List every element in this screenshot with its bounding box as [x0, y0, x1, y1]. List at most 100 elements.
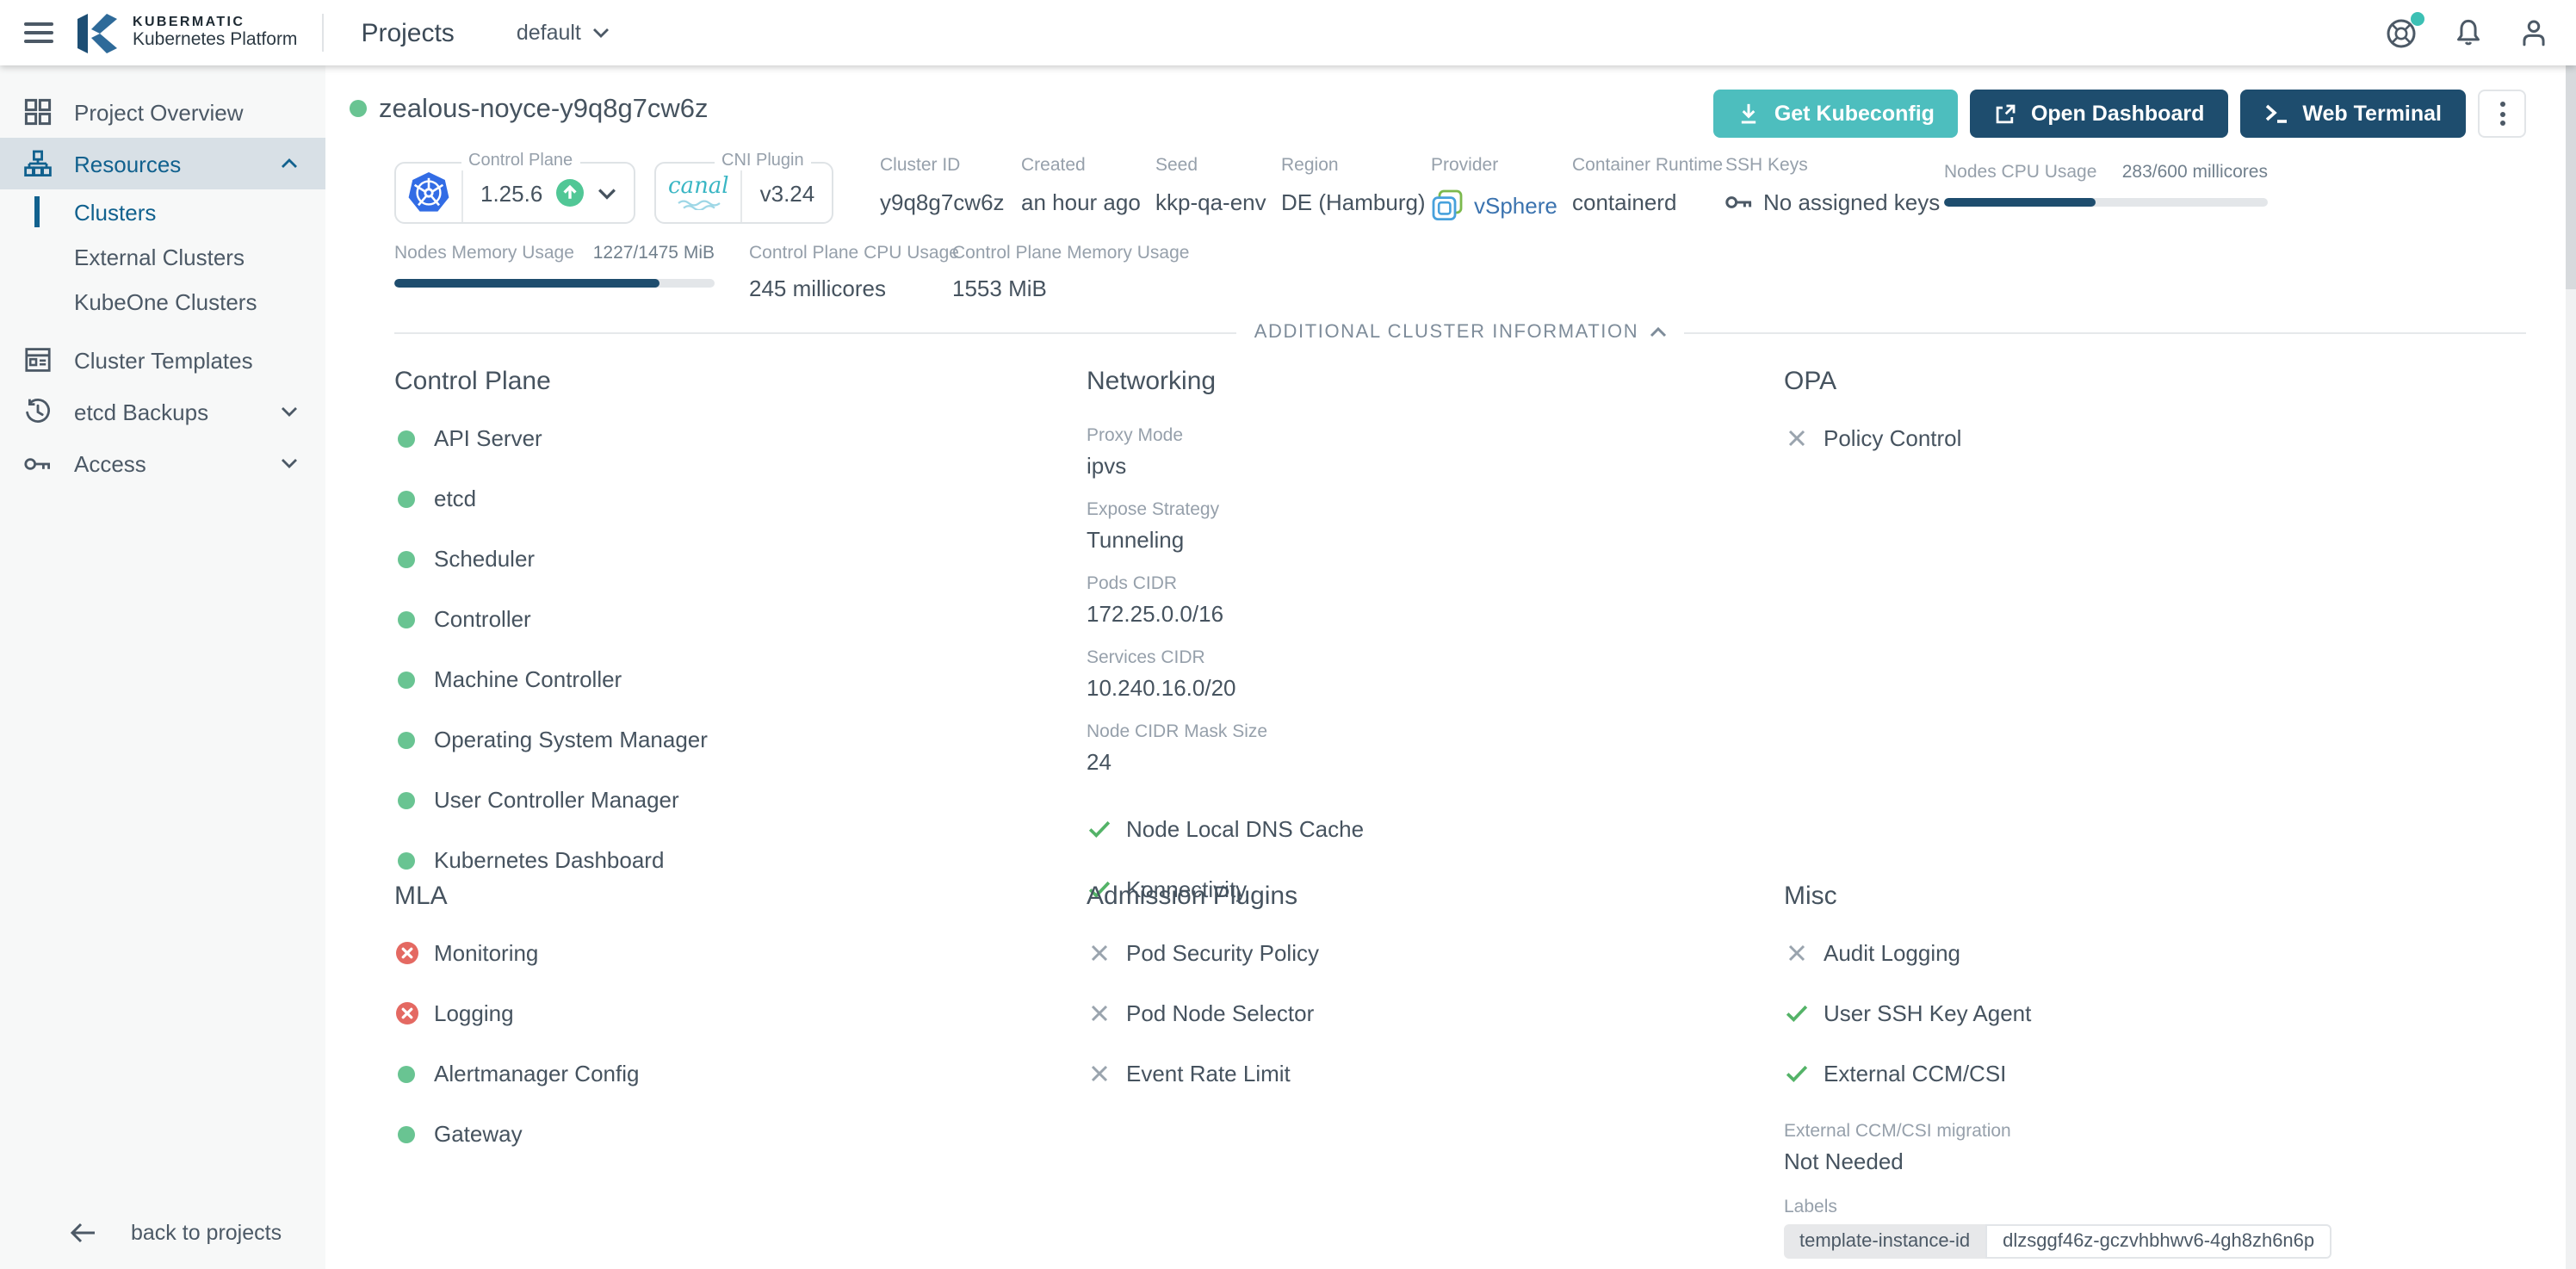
app: KUBERMATIC Kubernetes Platform Projects … — [0, 0, 2576, 1269]
project-selector[interactable]: default — [517, 21, 610, 45]
canal-waves-icon — [676, 200, 721, 210]
web-terminal-button[interactable]: Web Terminal — [2240, 90, 2466, 138]
external-link-icon — [1995, 102, 2017, 125]
chevron-down-icon[interactable] — [598, 187, 616, 199]
status-row: Logging — [394, 1000, 1066, 1026]
fact-created: Created an hour ago — [1021, 155, 1141, 215]
additional-info-label: ADDITIONAL CLUSTER INFORMATION — [1254, 322, 1639, 343]
section-networking: Networking Proxy Modeipvs Expose Strateg… — [1087, 367, 1758, 937]
cni-version: v3.24 — [760, 180, 815, 206]
status-ok-dot — [398, 731, 415, 748]
nodes-memory-label: Nodes Memory Usage — [394, 243, 574, 263]
grid-icon — [24, 98, 52, 126]
sidebar-item-label: etcd Backups — [74, 399, 208, 424]
status-row: User SSH Key Agent — [1784, 1000, 2542, 1026]
sidebar-item-label: Access — [74, 450, 146, 476]
scrollbar[interactable] — [2566, 65, 2576, 1269]
status-row: Node Local DNS Cache — [1087, 816, 1758, 842]
back-to-projects-label: back to projects — [131, 1221, 282, 1245]
status-row: Audit Logging — [1784, 940, 2542, 966]
error-icon — [395, 942, 418, 964]
nodes-cpu-value: 283/600 millicores — [2122, 162, 2268, 183]
sidebar-item-label: Project Overview — [74, 99, 244, 125]
sidebar-item-kubeone-clusters[interactable]: KubeOne Clusters — [0, 279, 325, 324]
field-node-cidr-mask: Node CIDR Mask Size24 — [1087, 721, 1758, 775]
sidebar-item-etcd-backups[interactable]: etcd Backups — [0, 386, 325, 437]
brand-title: KUBERMATIC — [133, 15, 297, 31]
sidebar-item-label: Resources — [74, 151, 181, 176]
x-icon — [1786, 429, 1805, 448]
sidebar-item-label: Clusters — [74, 199, 156, 225]
status-ok-dot — [398, 550, 415, 567]
error-icon — [395, 1002, 418, 1024]
control-plane-version: 1.25.6 — [480, 180, 542, 206]
fact-ssh-keys: SSH Keys No assigned keys — [1725, 155, 1940, 215]
labels-title: Labels — [1784, 1197, 2542, 1217]
user-icon[interactable] — [2519, 17, 2548, 48]
status-row: etcd — [394, 486, 1066, 511]
chevron-down-icon — [281, 406, 298, 417]
status-row: Event Rate Limit — [1087, 1061, 1758, 1086]
sidebar-item-label: KubeOne Clusters — [74, 288, 257, 314]
status-ok-dot — [398, 791, 415, 808]
history-icon — [24, 398, 52, 425]
status-row: Pod Security Policy — [1087, 940, 1758, 966]
sidebar-item-resources[interactable]: Resources — [0, 138, 325, 189]
fact-container-runtime: Container Runtime containerd — [1572, 155, 1723, 215]
status-row: Alertmanager Config — [394, 1061, 1066, 1086]
cluster-actions-menu-button[interactable] — [2478, 90, 2526, 138]
status-row: Machine Controller — [394, 666, 1066, 692]
status-ok-dot — [398, 851, 415, 869]
sidebar-item-access[interactable]: Access — [0, 437, 325, 489]
kubermatic-logo — [72, 9, 119, 56]
status-ok-dot — [398, 1065, 415, 1082]
control-plane-version-chip: Control Plane 1.25.6 — [394, 162, 635, 224]
status-row: Monitoring — [394, 940, 1066, 966]
status-ok-dot — [398, 490, 415, 507]
scrollbar-thumb[interactable] — [2566, 65, 2576, 289]
section-admission-plugins: Admission Plugins Pod Security Policy Po… — [1087, 882, 1758, 1121]
nodes-memory-usage: Nodes Memory Usage 1227/1475 MiB — [394, 243, 715, 288]
chevron-down-icon — [593, 28, 610, 38]
bell-icon[interactable] — [2454, 17, 2483, 48]
open-dashboard-label: Open Dashboard — [2031, 102, 2204, 126]
section-misc: Misc Audit Logging User SSH Key Agent Ex… — [1784, 882, 2542, 1259]
x-icon — [1089, 1064, 1108, 1083]
x-icon — [1089, 944, 1108, 963]
cni-plugin-chip: CNI Plugin canal v3.24 — [654, 162, 833, 224]
sidebar-item-external-clusters[interactable]: External Clusters — [0, 234, 325, 279]
get-kubeconfig-label: Get Kubeconfig — [1774, 102, 1935, 126]
check-icon — [1087, 820, 1110, 839]
status-row: Policy Control — [1784, 425, 2542, 451]
hamburger-menu-icon[interactable] — [24, 17, 53, 48]
nodes-cpu-usage: Nodes CPU Usage 283/600 millicores — [1944, 162, 2268, 207]
template-icon — [24, 346, 52, 374]
help-icon[interactable] — [2385, 16, 2418, 49]
sidebar-item-project-overview[interactable]: Project Overview — [0, 86, 325, 138]
control-plane-chip-label: Control Plane — [461, 152, 579, 170]
chevron-up-icon — [281, 158, 298, 169]
open-dashboard-button[interactable]: Open Dashboard — [1971, 90, 2228, 138]
get-kubeconfig-button[interactable]: Get Kubeconfig — [1714, 90, 1959, 138]
sidebar-item-cluster-templates[interactable]: Cluster Templates — [0, 334, 325, 386]
control-plane-memory-usage: Control Plane Memory Usage 1553 MiB — [952, 243, 1189, 301]
field-services-cidr: Services CIDR10.240.16.0/20 — [1087, 647, 1758, 701]
ssh-keys-value: No assigned keys — [1763, 189, 1940, 215]
nodes-cpu-label: Nodes CPU Usage — [1944, 162, 2096, 183]
field-pods-cidr: Pods CIDR172.25.0.0/16 — [1087, 573, 1758, 627]
terminal-icon — [2264, 103, 2288, 124]
cluster-health-dot — [350, 100, 367, 117]
sidebar: Project Overview Resources Clusters Exte… — [0, 65, 325, 1269]
status-row: Controller — [394, 606, 1066, 632]
provider-name: vSphere — [1474, 193, 1557, 219]
back-to-projects-link[interactable]: back to projects — [0, 1207, 325, 1259]
fact-cluster-id: Cluster ID y9q8g7cw6z — [880, 155, 1005, 215]
additional-cluster-information-toggle[interactable]: ADDITIONAL CLUSTER INFORMATION — [394, 322, 2526, 343]
status-ok-dot — [398, 671, 415, 688]
vsphere-icon — [1431, 189, 1464, 222]
chevron-up-icon — [1649, 327, 1666, 337]
upgrade-available-icon[interactable] — [556, 179, 584, 207]
field-proxy-mode: Proxy Modeipvs — [1087, 425, 1758, 479]
status-ok-dot — [398, 1125, 415, 1142]
sidebar-item-clusters[interactable]: Clusters — [0, 189, 325, 234]
